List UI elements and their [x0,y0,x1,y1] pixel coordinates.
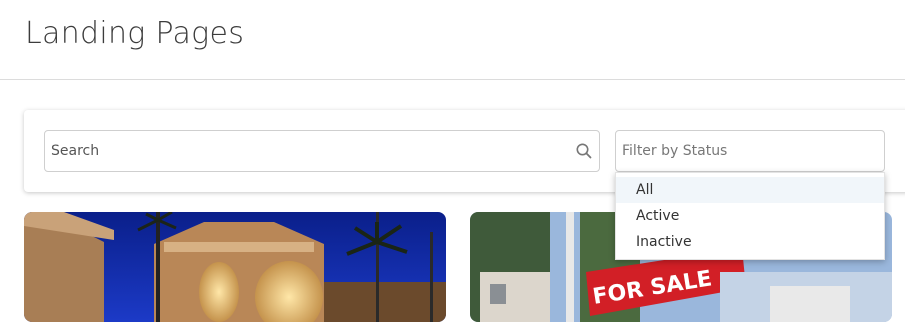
status-option-active[interactable]: Active [616,203,884,229]
page-header: Landing Pages [0,0,905,80]
search-box[interactable] [44,130,600,172]
page-title: Landing Pages [25,16,245,51]
status-option-inactive[interactable]: Inactive [616,229,884,255]
status-filter-select[interactable]: Filter by Status [615,130,885,172]
status-filter-placeholder: Filter by Status [622,143,728,159]
status-option-all[interactable]: All [616,177,884,203]
search-input[interactable] [45,131,565,171]
landing-page-card[interactable] [24,212,446,322]
status-dropdown-menu: All Active Inactive [615,172,885,260]
search-icon[interactable] [575,142,593,160]
card-image-house [24,212,446,322]
